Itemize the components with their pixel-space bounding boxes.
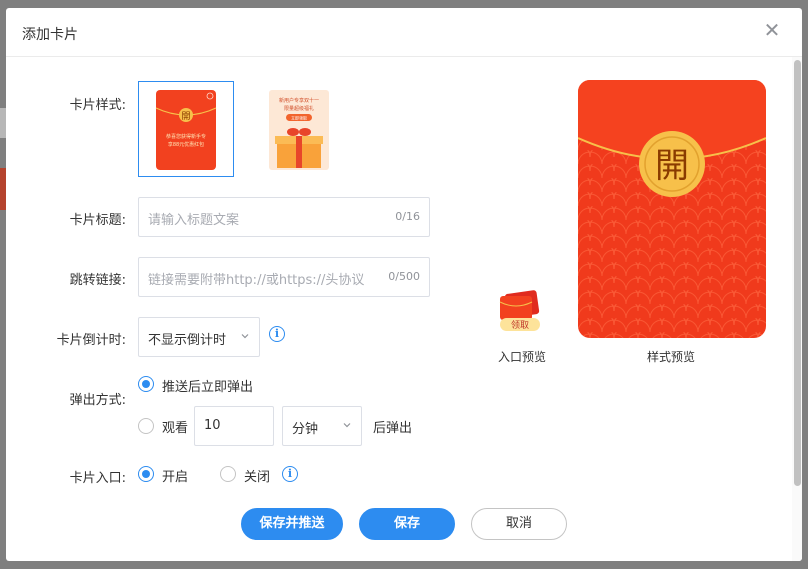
entry-off-label[interactable]: 关闭	[244, 466, 270, 485]
popup-immediate-label[interactable]: 推送后立即弹出	[162, 376, 253, 395]
thumb-seal: 開	[181, 111, 190, 122]
countdown-info-icon[interactable]: i	[269, 326, 285, 342]
entry-off-radio[interactable]	[220, 466, 236, 482]
dialog-title: 添加卡片	[22, 27, 78, 43]
chevron-down-icon	[343, 423, 351, 428]
popup-unit-value: 分钟	[292, 422, 319, 437]
jump-link-input[interactable]: 链接需要附带http://或https://头协议 0/500	[138, 257, 430, 297]
gift-line-1: 新用户专享双十一	[279, 97, 319, 104]
entry-label: 卡片入口:	[69, 471, 126, 486]
gift-box-thumbnail-icon: 新用户专享双十一 限量超级福礼 立即领取	[269, 90, 329, 170]
style-option-gift-box[interactable]: 新用户专享双十一 限量超级福礼 立即领取	[258, 81, 354, 177]
countdown-label: 卡片倒计时:	[56, 333, 126, 348]
gift-button-text: 立即领取	[291, 115, 307, 121]
thumb-line-1: 恭喜您获得新手专	[166, 133, 206, 140]
style-preview-caption: 样式预览	[647, 350, 696, 364]
entry-preview-icon: 领取	[499, 290, 540, 331]
link-label: 跳转链接:	[69, 273, 126, 288]
red-envelope-thumbnail-icon: 開 恭喜您获得新手专 享88元优惠红包	[155, 90, 217, 170]
chevron-down-icon	[241, 334, 249, 339]
jump-link-counter: 0/500	[384, 270, 420, 283]
popup-watch-suffix: 后弹出	[373, 421, 413, 436]
style-option-red-envelope[interactable]: 開 恭喜您获得新手专 享88元优惠红包	[138, 81, 234, 177]
style-preview-envelope: 開	[578, 80, 766, 338]
save-button[interactable]: 保存	[359, 508, 455, 540]
close-icon[interactable]: ✕	[762, 20, 782, 40]
card-title-counter: 0/16	[395, 210, 420, 223]
entry-info-icon[interactable]: i	[282, 466, 298, 482]
card-title-placeholder: 请输入标题文案	[148, 213, 240, 228]
popup-unit-select[interactable]: 分钟	[282, 406, 362, 446]
scrollbar-thumb[interactable]	[794, 60, 801, 486]
entry-preview-caption: 入口预览	[498, 350, 547, 364]
popup-watch-prefix: 观看	[162, 421, 189, 436]
add-card-dialog: 添加卡片 ✕ 卡片样式: 開 恭喜您获得新手专 享88元优惠红包 新用户专享双十…	[6, 8, 802, 561]
gift-line-2: 限量超级福礼	[284, 105, 314, 112]
jump-link-placeholder: 链接需要附带http://或https://头协议	[148, 273, 365, 288]
popup-watch-input[interactable]: 10	[194, 406, 274, 446]
entry-on-radio[interactable]	[138, 466, 154, 482]
countdown-value: 不显示倒计时	[148, 333, 227, 348]
preview-seal: 開	[655, 146, 689, 186]
thumb-line-2: 享88元优惠红包	[168, 141, 204, 148]
save-and-push-button[interactable]: 保存并推送	[241, 508, 343, 540]
popup-watch-value: 10	[204, 418, 221, 433]
style-label: 卡片样式:	[69, 98, 126, 113]
popup-immediate-radio[interactable]	[138, 376, 154, 392]
popup-watch-radio[interactable]	[138, 418, 154, 434]
entry-badge: 领取	[511, 319, 529, 331]
card-title-input[interactable]: 请输入标题文案 0/16	[138, 197, 430, 237]
dialog-divider	[6, 56, 802, 57]
countdown-select[interactable]: 不显示倒计时	[138, 317, 260, 357]
cancel-button[interactable]: 取消	[471, 508, 567, 540]
title-label: 卡片标题:	[69, 213, 126, 228]
popup-label: 弹出方式:	[69, 393, 126, 408]
entry-on-label[interactable]: 开启	[162, 466, 188, 485]
